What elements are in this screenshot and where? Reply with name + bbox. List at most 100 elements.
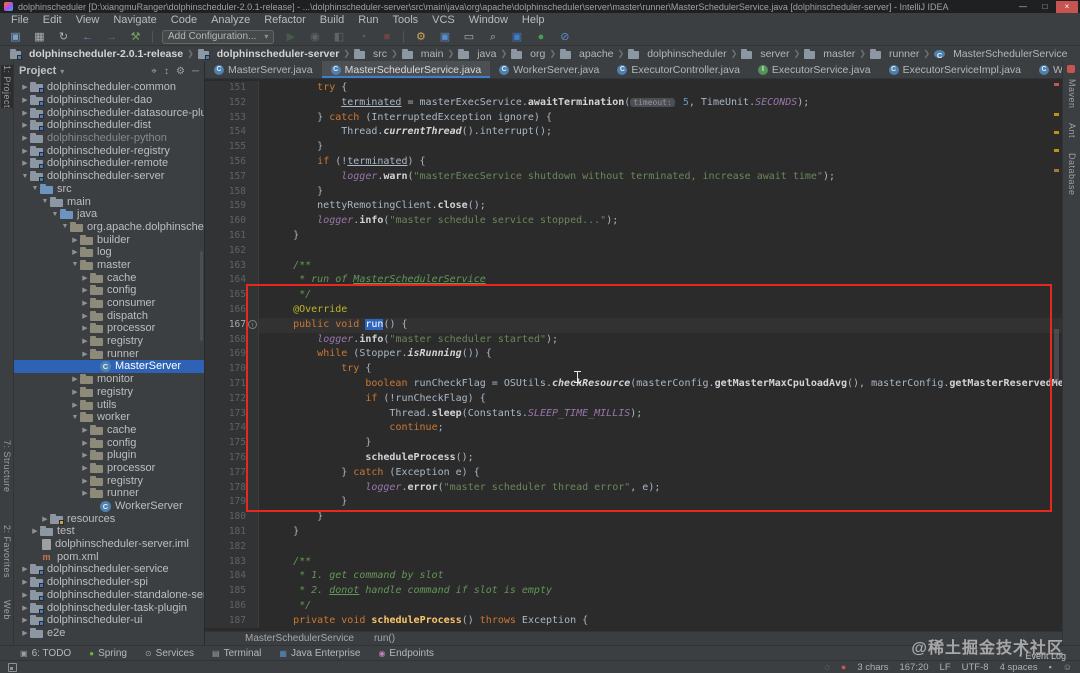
- chevron-right-icon[interactable]: ▶: [70, 401, 80, 409]
- line-number[interactable]: 168: [205, 332, 259, 348]
- editor-breadcrumb-masterschedulerservice[interactable]: MasterSchedulerService: [245, 633, 354, 644]
- tree-item-runner[interactable]: ▶ runner: [14, 347, 204, 360]
- tree-item-dolphinscheduler-spi[interactable]: ▶ dolphinscheduler-spi: [14, 576, 204, 589]
- tree-item-src[interactable]: ▼ src: [14, 183, 204, 196]
- line-number[interactable]: 158: [205, 184, 259, 200]
- line-number[interactable]: 173: [205, 406, 259, 422]
- chevron-right-icon[interactable]: ▶: [20, 109, 30, 117]
- line-number[interactable]: 187: [205, 613, 259, 629]
- caret-position[interactable]: 167:20: [899, 662, 928, 673]
- tree-item-resources[interactable]: ▶ resources: [14, 512, 204, 525]
- line-number[interactable]: 170: [205, 362, 259, 377]
- line-number[interactable]: 161: [205, 228, 259, 244]
- open-project-icon[interactable]: ▣: [8, 29, 23, 45]
- project-structure-icon[interactable]: ▣: [437, 29, 452, 45]
- line-number[interactable]: 153: [205, 110, 259, 126]
- tree-item-dolphinscheduler-dist[interactable]: ▶ dolphinscheduler-dist: [14, 119, 204, 132]
- chevron-right-icon[interactable]: ▶: [80, 299, 90, 307]
- menu-navigate[interactable]: Navigate: [106, 13, 163, 28]
- tree-item-cache[interactable]: ▶ cache: [14, 424, 204, 437]
- tool-stripe-maven[interactable]: Maven: [1066, 79, 1078, 109]
- line-separator[interactable]: LF: [940, 662, 951, 673]
- save-all-icon[interactable]: ▦: [32, 29, 47, 45]
- chevron-right-icon[interactable]: ▶: [20, 121, 30, 129]
- chevron-right-icon[interactable]: ▶: [70, 248, 80, 256]
- tree-item-consumer[interactable]: ▶ consumer: [14, 297, 204, 310]
- error-stripe-mark[interactable]: [1054, 83, 1059, 86]
- menu-edit[interactable]: Edit: [36, 13, 69, 28]
- chevron-right-icon[interactable]: ▶: [20, 578, 30, 586]
- line-number[interactable]: 165: [205, 288, 259, 303]
- tab-workerserver-java[interactable]: C WorkerServer.java: [490, 61, 608, 78]
- tab-masterschedulerservice-java[interactable]: C MasterSchedulerService.java: [321, 61, 491, 78]
- chevron-down-icon[interactable]: ▼: [40, 198, 50, 205]
- line-number[interactable]: 183: [205, 554, 259, 570]
- forward-icon[interactable]: →: [104, 29, 119, 45]
- tab-executorserviceimpl-java[interactable]: C ExecutorServiceImpl.java: [880, 61, 1030, 78]
- chevron-right-icon[interactable]: ▶: [80, 324, 90, 332]
- tree-item-dolphinscheduler-service[interactable]: ▶ dolphinscheduler-service: [14, 563, 204, 576]
- chevron-down-icon[interactable]: ▾: [60, 67, 64, 76]
- tool-stripe-structure[interactable]: 7: Structure: [1, 440, 13, 493]
- line-number[interactable]: 167 ↑: [205, 317, 259, 333]
- file-encoding[interactable]: UTF-8: [962, 662, 989, 673]
- tree-item-builder[interactable]: ▶ builder: [14, 233, 204, 246]
- line-number[interactable]: 184: [205, 569, 259, 585]
- warning-stripe-mark[interactable]: [1054, 113, 1059, 116]
- menu-window[interactable]: Window: [462, 13, 515, 28]
- expand-collapse-icon[interactable]: ↕: [164, 66, 169, 77]
- chevron-right-icon[interactable]: ▶: [30, 527, 40, 535]
- tree-item-dolphinscheduler-remote[interactable]: ▶ dolphinscheduler-remote: [14, 157, 204, 170]
- line-number[interactable]: 172: [205, 391, 259, 407]
- tree-item-dolphinscheduler-registry[interactable]: ▶ dolphinscheduler-registry: [14, 144, 204, 157]
- line-number[interactable]: 175: [205, 436, 259, 451]
- window-icon[interactable]: ▭: [461, 29, 476, 45]
- menu-refactor[interactable]: Refactor: [257, 13, 313, 28]
- line-number[interactable]: 181: [205, 524, 259, 540]
- breadcrumb-org[interactable]: org: [509, 48, 547, 60]
- chevron-right-icon[interactable]: ▶: [80, 464, 90, 472]
- tree-item-monitor[interactable]: ▶ monitor: [14, 373, 204, 386]
- menu-run[interactable]: Run: [351, 13, 385, 28]
- toolwindow-services[interactable]: ⊙ Services: [145, 648, 194, 659]
- chevron-down-icon[interactable]: ▼: [50, 211, 60, 218]
- hide-icon[interactable]: ─: [192, 66, 199, 77]
- breadcrumb-apache[interactable]: apache: [558, 48, 615, 60]
- warning-stripe-mark[interactable]: [1054, 169, 1059, 172]
- tree-item-org-apache-dolphinscheduler-[interactable]: ▼ org.apache.dolphinscheduler.: [14, 221, 204, 234]
- breadcrumb-java[interactable]: java: [456, 48, 498, 60]
- chevron-right-icon[interactable]: ▶: [80, 439, 90, 447]
- mute-breakpoints-icon[interactable]: ◌: [825, 662, 830, 672]
- line-number[interactable]: 154: [205, 125, 259, 141]
- line-number[interactable]: 186: [205, 598, 259, 614]
- chevron-right-icon[interactable]: ▶: [80, 451, 90, 459]
- tab-masterserver-java[interactable]: C MasterServer.java: [205, 61, 322, 78]
- tree-item-registry[interactable]: ▶ registry: [14, 386, 204, 399]
- tree-item-dispatch[interactable]: ▶ dispatch: [14, 309, 204, 322]
- line-number[interactable]: 179: [205, 495, 259, 511]
- breadcrumb-MasterSchedulerService[interactable]: C MasterSchedulerService: [932, 48, 1069, 60]
- tree-item-worker[interactable]: ▼ worker: [14, 411, 204, 424]
- line-number[interactable]: 156: [205, 154, 259, 170]
- profiler-icon[interactable]: ◔: [355, 29, 370, 45]
- line-number[interactable]: 178: [205, 480, 259, 496]
- chevron-down-icon[interactable]: ▼: [60, 223, 70, 230]
- chevron-right-icon[interactable]: ▶: [20, 83, 30, 91]
- line-number[interactable]: 166: [205, 302, 259, 318]
- chevron-right-icon[interactable]: ▶: [20, 159, 30, 167]
- line-number[interactable]: 160: [205, 214, 259, 229]
- menu-file[interactable]: File: [4, 13, 36, 28]
- tree-item-pom-xml[interactable]: m pom.xml: [14, 550, 204, 563]
- tree-item-dolphinscheduler-task-plugin[interactable]: ▶ dolphinscheduler-task-plugin: [14, 601, 204, 614]
- tool-stripe-project[interactable]: 1: Project: [1, 65, 13, 109]
- hector-icon[interactable]: ☺: [1063, 662, 1072, 672]
- line-number[interactable]: 164: [205, 273, 259, 289]
- tree-item-dolphinscheduler-server[interactable]: ▼ dolphinscheduler-server: [14, 170, 204, 183]
- tree-item-main[interactable]: ▼ main: [14, 195, 204, 208]
- selection-info[interactable]: 3 chars: [857, 662, 888, 673]
- chevron-right-icon[interactable]: ▶: [20, 604, 30, 612]
- breadcrumb-src[interactable]: src: [352, 48, 389, 60]
- chevron-down-icon[interactable]: ▼: [70, 261, 80, 268]
- tree-item-dolphinscheduler-datasource-plugin[interactable]: ▶ dolphinscheduler-datasource-plugin: [14, 106, 204, 119]
- chevron-right-icon[interactable]: ▶: [20, 629, 30, 637]
